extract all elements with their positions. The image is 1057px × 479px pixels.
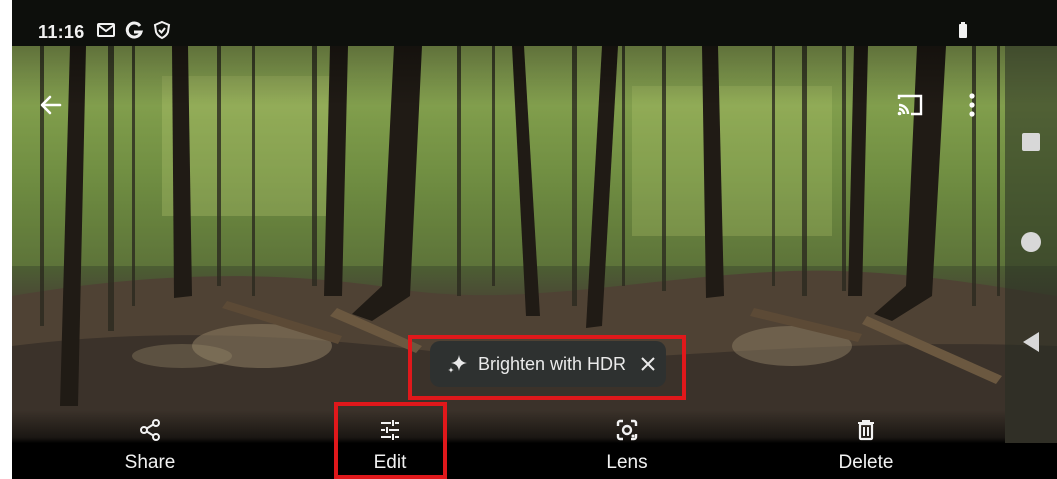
battery-icon bbox=[953, 20, 973, 40]
delete-label: Delete bbox=[838, 452, 894, 473]
highlight-box-edit bbox=[334, 402, 447, 479]
back-triangle-icon[interactable] bbox=[1019, 330, 1043, 354]
status-bar: 11:16 bbox=[12, 0, 1057, 46]
shield-icon bbox=[152, 20, 172, 40]
phone-screen: 11:16 Share Edit Lens Delete Brighten wi… bbox=[12, 0, 1057, 479]
home-circle-icon[interactable] bbox=[1019, 230, 1043, 254]
lens-label: Lens bbox=[606, 452, 648, 473]
nav-bar-bottom bbox=[1005, 443, 1057, 479]
share-icon bbox=[138, 418, 162, 442]
status-time: 11:16 bbox=[38, 22, 85, 42]
google-icon bbox=[124, 20, 144, 40]
navigation-rail bbox=[1005, 46, 1057, 443]
share-button[interactable]: Share bbox=[90, 410, 210, 479]
lens-button[interactable]: Lens bbox=[567, 410, 687, 479]
gmail-icon bbox=[96, 20, 116, 40]
more-vert-icon[interactable] bbox=[962, 90, 982, 120]
screenshot: 11:16 Share Edit Lens Delete Brighten wi… bbox=[0, 0, 1057, 479]
recents-square-icon[interactable] bbox=[1019, 130, 1043, 154]
arrow-back-icon[interactable] bbox=[36, 90, 66, 120]
trash-icon bbox=[854, 418, 878, 442]
cast-icon[interactable] bbox=[894, 90, 926, 120]
delete-button[interactable]: Delete bbox=[806, 410, 926, 479]
share-label: Share bbox=[124, 452, 176, 473]
highlight-box-hdr-chip bbox=[408, 335, 686, 400]
lens-icon bbox=[615, 418, 639, 442]
